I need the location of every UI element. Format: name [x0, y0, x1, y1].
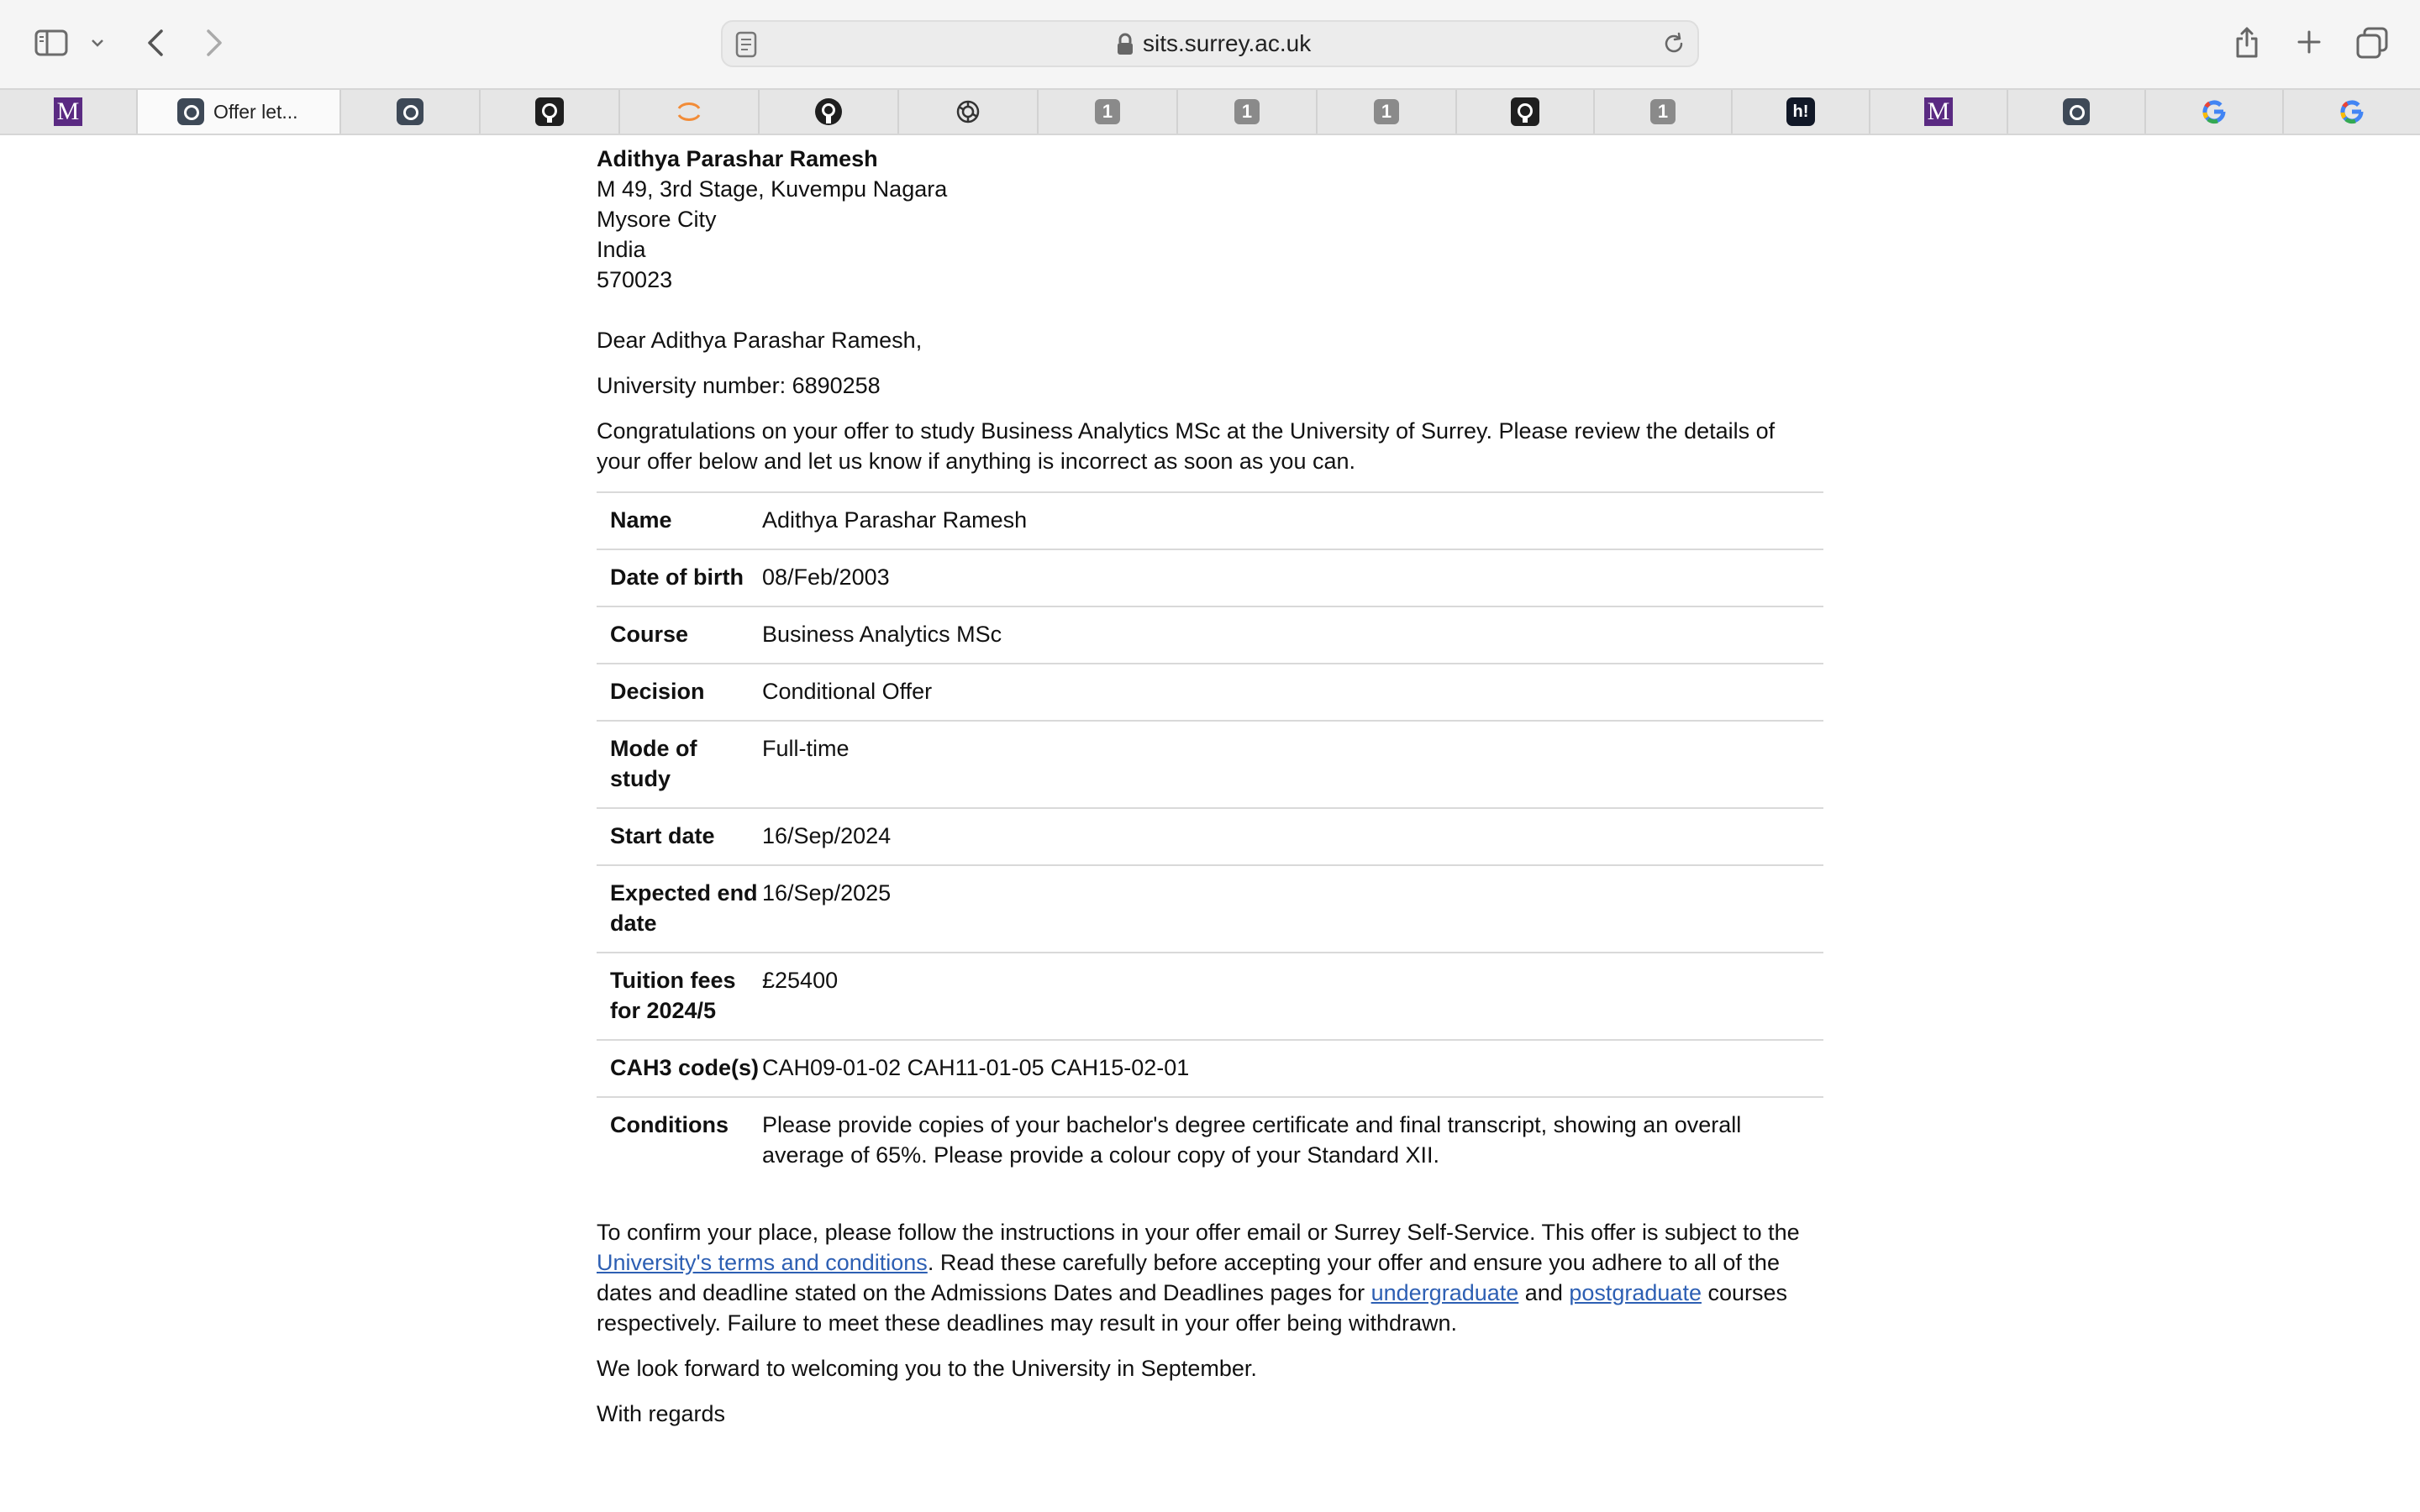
tab-surrey[interactable]	[2008, 90, 2146, 134]
new-tab-plus-icon[interactable]	[2291, 24, 2328, 60]
tab-overview-icon[interactable]	[2353, 24, 2391, 62]
badge-icon: 1	[1234, 99, 1260, 124]
github-icon	[1511, 97, 1539, 126]
row-value: 16/Sep/2024	[762, 823, 892, 848]
row-key: Conditions	[610, 1112, 729, 1137]
row-key: Tuition fees for 2024/5	[610, 968, 736, 1023]
tab-badge[interactable]: 1	[1595, 90, 1733, 134]
tab-badge[interactable]: 1	[1178, 90, 1318, 134]
table-row: Name Adithya Parashar Ramesh	[597, 492, 1823, 549]
tab-offer-letter[interactable]: Offer let...	[138, 90, 341, 134]
tab-m[interactable]: M	[0, 90, 138, 134]
back-arrow-icon[interactable]	[141, 25, 170, 60]
row-value: 08/Feb/2003	[762, 564, 890, 590]
row-key: Decision	[610, 679, 705, 704]
surrey-favicon-icon	[396, 97, 424, 126]
tab-badge[interactable]: 1	[1039, 90, 1178, 134]
recipient-address: Adithya Parashar Ramesh M 49, 3rd Stage,…	[597, 144, 1823, 295]
row-value: Conditional Offer	[762, 679, 933, 704]
table-row: Tuition fees for 2024/5 £25400	[597, 953, 1823, 1040]
terms-link[interactable]: University's terms and conditions	[597, 1250, 928, 1275]
row-key: Date of birth	[610, 564, 744, 590]
row-key: Mode of study	[610, 736, 697, 791]
row-value: Adithya Parashar Ramesh	[762, 507, 1028, 533]
row-value: 16/Sep/2025	[762, 880, 892, 906]
surrey-favicon-icon	[2062, 97, 2091, 126]
reload-icon[interactable]	[1660, 30, 1687, 57]
confirm-paragraph: To confirm your place, please follow the…	[597, 1217, 1823, 1338]
tab-github[interactable]	[1457, 90, 1595, 134]
intro-paragraph: Congratulations on your offer to study B…	[597, 418, 1776, 474]
table-row: Date of birth 08/Feb/2003	[597, 549, 1823, 606]
sidebar-toggle-icon[interactable]	[30, 24, 72, 62]
address-line: M 49, 3rd Stage, Kuvempu Nagara	[597, 176, 948, 202]
tab-openai[interactable]	[899, 90, 1039, 134]
tab-github[interactable]	[760, 90, 899, 134]
address-line: India	[597, 237, 646, 262]
table-row: Course Business Analytics MSc	[597, 606, 1823, 664]
row-value: CAH09-01-02 CAH11-01-05 CAH15-02-01	[762, 1055, 1190, 1080]
tab-loading[interactable]	[620, 90, 760, 134]
tab-badge[interactable]: 1	[1318, 90, 1457, 134]
postgraduate-link[interactable]: postgraduate	[1569, 1280, 1702, 1305]
undergraduate-link[interactable]: undergraduate	[1371, 1280, 1519, 1305]
page-settings-icon[interactable]	[734, 31, 758, 58]
lock-icon	[1116, 32, 1134, 57]
table-row: Decision Conditional Offer	[597, 664, 1823, 721]
row-value: Please provide copies of your bachelor's…	[762, 1112, 1742, 1168]
closing-paragraph: We look forward to welcoming you to the …	[597, 1356, 1257, 1381]
row-key: Name	[610, 507, 672, 533]
tab-github[interactable]	[481, 90, 620, 134]
row-key: CAH3 code(s)	[610, 1055, 760, 1080]
table-row: Mode of study Full-time	[597, 721, 1823, 808]
tab-google[interactable]	[2284, 90, 2420, 134]
address-line: Mysore City	[597, 207, 717, 232]
tab-title: Offer let...	[213, 100, 298, 123]
table-row: Conditions Please provide copies of your…	[597, 1097, 1823, 1184]
tab-google[interactable]	[2146, 90, 2284, 134]
tab-m[interactable]: M	[1870, 90, 2008, 134]
m-logo-icon: M	[1924, 97, 1953, 126]
surrey-favicon-icon	[176, 97, 205, 126]
offer-details-table: Name Adithya Parashar Ramesh Date of bir…	[597, 491, 1823, 1184]
share-icon[interactable]	[2228, 20, 2265, 64]
address-line: 570023	[597, 267, 673, 292]
address-bar[interactable]: sits.surrey.ac.uk	[721, 20, 1699, 67]
h-logo-icon: h!	[1786, 97, 1815, 126]
recipient-name: Adithya Parashar Ramesh	[597, 146, 878, 171]
greeting: Dear Adithya Parashar Ramesh,	[597, 328, 923, 353]
github-icon	[814, 97, 843, 126]
google-icon	[2338, 97, 2366, 126]
browser-toolbar: sits.surrey.ac.uk	[0, 0, 2420, 88]
badge-icon: 1	[1374, 99, 1399, 124]
openai-icon	[954, 97, 982, 126]
badge-icon: 1	[1095, 99, 1120, 124]
row-value: £25400	[762, 968, 839, 993]
badge-icon: 1	[1650, 99, 1676, 124]
row-value: Full-time	[762, 736, 850, 761]
tab-surrey[interactable]	[341, 90, 481, 134]
loading-spinner-icon	[675, 97, 703, 126]
tab-h[interactable]: h!	[1733, 90, 1870, 134]
m-logo-icon: M	[54, 97, 82, 126]
table-row: Start date 16/Sep/2024	[597, 808, 1823, 865]
url-text[interactable]: sits.surrey.ac.uk	[1143, 22, 1311, 66]
chevron-down-icon[interactable]	[87, 32, 108, 54]
confirm-text: and	[1518, 1280, 1570, 1305]
github-icon	[535, 97, 564, 126]
row-key: Expected end date	[610, 880, 758, 936]
tab-bar: M Offer let... 1 1 1 1 h! M	[0, 88, 2420, 135]
row-value: Business Analytics MSc	[762, 622, 1002, 647]
forward-arrow-icon[interactable]	[200, 25, 229, 60]
offer-letter: Adithya Parashar Ramesh M 49, 3rd Stage,…	[597, 135, 1823, 1429]
row-key: Course	[610, 622, 689, 647]
google-icon	[2200, 97, 2228, 126]
sign-off: With regards	[597, 1401, 726, 1426]
table-row: Expected end date 16/Sep/2025	[597, 865, 1823, 953]
university-number: University number: 6890258	[597, 373, 881, 398]
table-row: CAH3 code(s) CAH09-01-02 CAH11-01-05 CAH…	[597, 1040, 1823, 1097]
row-key: Start date	[610, 823, 715, 848]
confirm-text: To confirm your place, please follow the…	[597, 1220, 1800, 1245]
